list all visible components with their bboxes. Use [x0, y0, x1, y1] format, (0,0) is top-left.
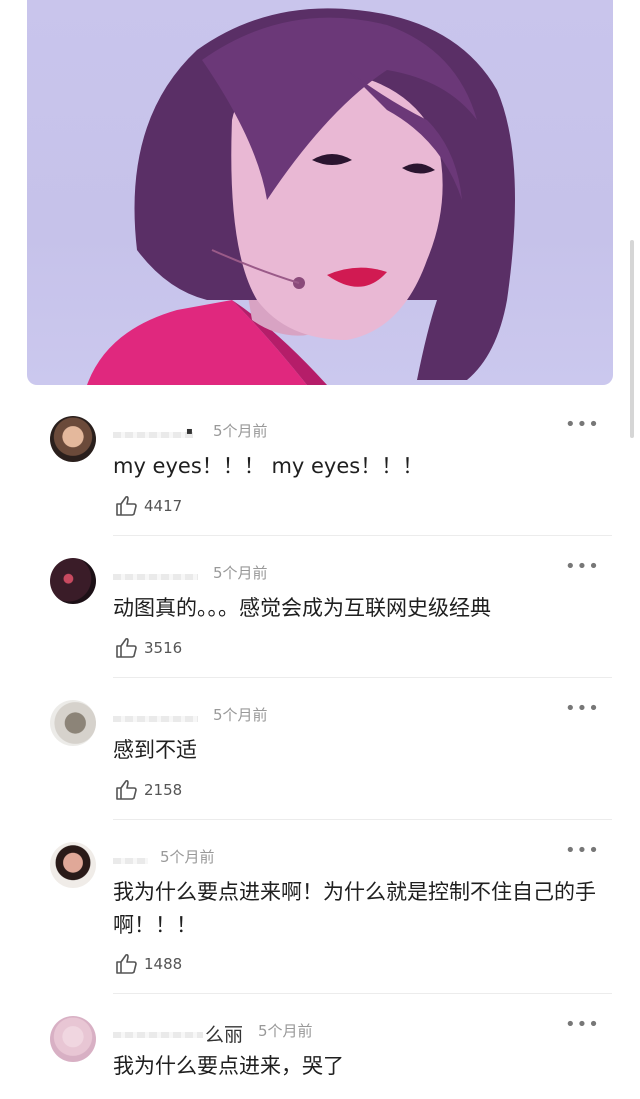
comment-time: 5个月前 [258, 1022, 313, 1040]
username-redacted[interactable] [113, 858, 148, 864]
user-avatar[interactable] [50, 558, 96, 604]
comment-item: 5个月前 ••• 我为什么要点进来啊！为什么就是控制不住自己的手啊！！！ 148… [0, 842, 640, 992]
comment-text: 感到不适 [113, 738, 197, 762]
comment-item: ▪ 5个月前 ••• my eyes！！！ my eyes！！！ 4417 [0, 416, 640, 534]
thumbs-up-icon [116, 495, 137, 516]
comment-time: 5个月前 [213, 564, 268, 582]
comment-item: 5个月前 ••• 感到不适 2158 [0, 700, 640, 818]
username-redacted[interactable] [113, 574, 198, 580]
comment-time: 5个月前 [160, 848, 215, 866]
username-fragment: ▪ [186, 426, 193, 437]
divider [113, 535, 612, 536]
thumbs-up-icon [116, 637, 137, 658]
username-redacted[interactable] [113, 1032, 203, 1038]
like-button[interactable]: 3516 [115, 637, 182, 659]
username-redacted[interactable] [113, 716, 198, 722]
more-options-icon[interactable]: ••• [565, 842, 600, 860]
comment-text: 我为什么要点进来啊！为什么就是控制不住自己的手啊！！！ [113, 880, 596, 937]
like-count: 4417 [144, 497, 183, 515]
user-avatar[interactable] [50, 1016, 96, 1062]
comment-item: 5个月前 ••• 动图真的。。。感觉会成为互联网史级经典 3516 [0, 558, 640, 676]
comment-text: 我为什么要点进来，哭了 [113, 1054, 344, 1078]
like-button[interactable]: 2158 [115, 779, 182, 801]
more-options-icon[interactable]: ••• [565, 416, 600, 434]
thumbs-up-icon [116, 953, 137, 974]
divider [113, 993, 612, 994]
divider [113, 677, 612, 678]
comment-text: my eyes！！！ my eyes！！！ [113, 454, 424, 478]
like-count: 1488 [144, 955, 183, 973]
user-avatar[interactable] [50, 842, 96, 888]
more-options-icon[interactable]: ••• [565, 1016, 600, 1034]
comment-item: 么丽 5个月前 ••• 我为什么要点进来，哭了 [0, 1016, 640, 1099]
post-image[interactable] [27, 0, 613, 385]
user-avatar[interactable] [50, 416, 96, 462]
like-count: 3516 [144, 639, 183, 657]
more-options-icon[interactable]: ••• [565, 700, 600, 718]
comment-text: 动图真的。。。感觉会成为互联网史级经典 [113, 596, 491, 620]
more-options-icon[interactable]: ••• [565, 558, 600, 576]
portrait-illustration [87, 8, 515, 385]
like-button[interactable]: 1488 [115, 953, 182, 975]
scrollbar[interactable] [630, 240, 634, 438]
divider [113, 819, 612, 820]
like-button[interactable]: 4417 [115, 495, 182, 517]
like-count: 2158 [144, 781, 183, 799]
thumbs-up-icon [116, 779, 137, 800]
user-avatar[interactable] [50, 700, 96, 746]
username-redacted[interactable] [113, 432, 193, 438]
comment-time: 5个月前 [213, 422, 268, 440]
username-fragment: 么丽 [205, 1024, 244, 1046]
comment-time: 5个月前 [213, 706, 268, 724]
